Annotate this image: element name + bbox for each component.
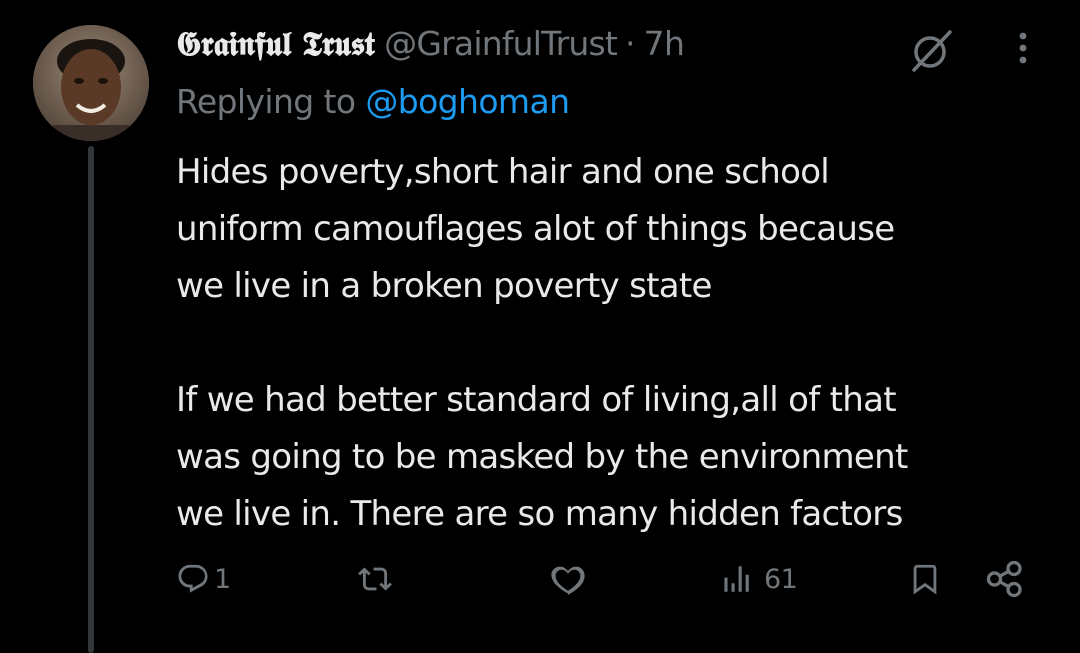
- reply-mention-link[interactable]: @boghoman: [365, 82, 570, 121]
- avatar[interactable]: [33, 25, 149, 141]
- tweet-paragraph-1: Hides poverty,short hair and one school …: [176, 152, 895, 306]
- action-bar: 1 61: [0, 552, 1080, 606]
- reply-count: 1: [214, 563, 231, 595]
- tweet-paragraph-2: If we had better standard of living,all …: [176, 380, 908, 534]
- grok-icon[interactable]: [906, 24, 958, 76]
- views-count: 61: [764, 563, 798, 595]
- views-icon: [724, 566, 749, 592]
- share-button[interactable]: [985, 552, 1025, 606]
- tweet-text: Hides poverty,short hair and one school …: [176, 144, 1046, 543]
- views-button[interactable]: 61: [720, 552, 798, 606]
- tweet-timestamp[interactable]: 7h: [644, 24, 685, 63]
- bookmark-button[interactable]: [908, 552, 942, 606]
- author-handle[interactable]: @GrainfulTrust: [384, 24, 618, 63]
- bookmark-icon: [913, 564, 937, 595]
- share-icon: [986, 561, 1022, 597]
- header-separator: ·: [625, 24, 636, 63]
- reply-icon: [178, 564, 208, 593]
- tweet-header: 𝕲𝖗𝖆𝖎𝖓𝖋𝖚𝖑 𝕿𝖗𝖚𝖘𝖙 @GrainfulTrust · 7h: [176, 24, 685, 70]
- reply-button[interactable]: 1: [176, 552, 231, 606]
- repost-icon: [358, 567, 392, 591]
- replying-to: Replying to @boghoman: [176, 82, 570, 121]
- more-icon[interactable]: [1005, 26, 1041, 70]
- replying-to-label: Replying to: [176, 82, 366, 121]
- like-icon: [551, 566, 585, 595]
- author-display-name[interactable]: 𝕲𝖗𝖆𝖎𝖓𝖋𝖚𝖑 𝕿𝖗𝖚𝖘𝖙: [176, 24, 375, 64]
- like-button[interactable]: [550, 552, 590, 606]
- tweet[interactable]: 𝕲𝖗𝖆𝖎𝖓𝖋𝖚𝖑 𝕿𝖗𝖚𝖘𝖙 @GrainfulTrust · 7h Reply…: [0, 0, 1080, 653]
- repost-button[interactable]: [356, 552, 398, 606]
